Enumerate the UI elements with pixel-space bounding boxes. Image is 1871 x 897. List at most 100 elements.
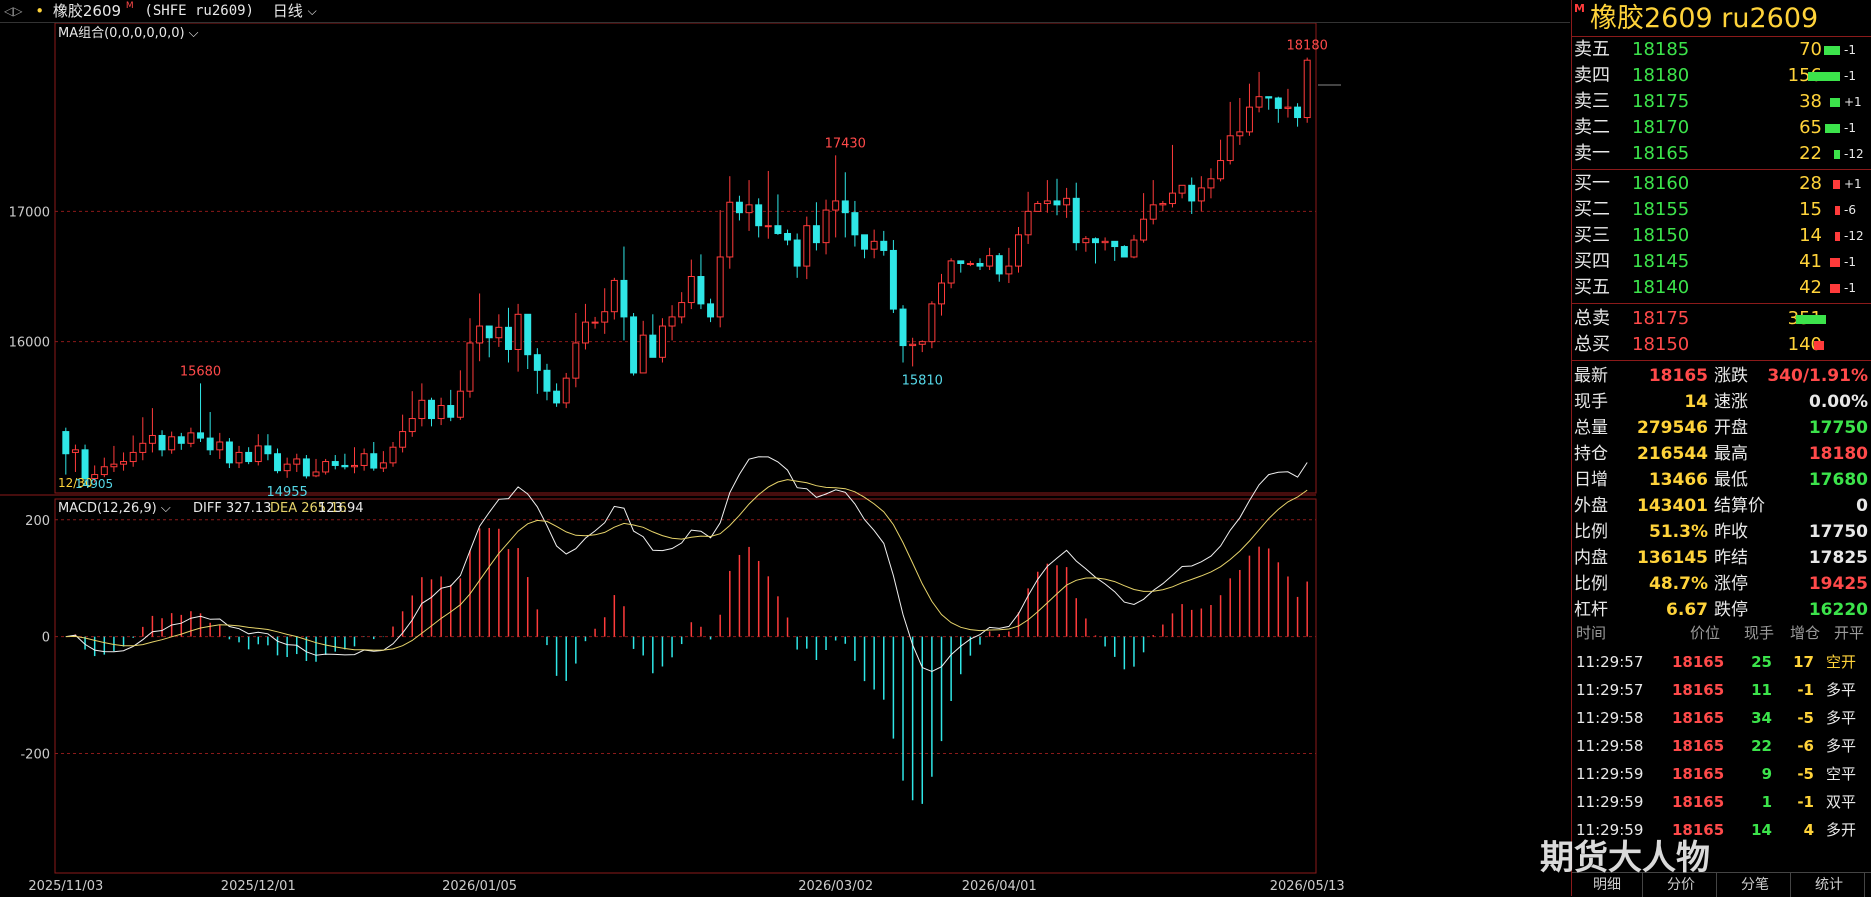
stat-key: 最高: [1714, 444, 1748, 464]
ask-row[interactable]: 卖二 18170 65 -1: [1572, 115, 1871, 141]
exchange-code: (SHFE ru2609): [144, 3, 254, 19]
tick-oi: -5: [1797, 765, 1814, 783]
candle-up: [360, 453, 368, 466]
candle-down: [533, 354, 541, 371]
candle-up: [1082, 238, 1090, 244]
candle-up: [1197, 187, 1205, 202]
book-label: 买二: [1574, 199, 1610, 220]
candle-up: [1034, 203, 1042, 212]
ask-row[interactable]: 卖四 18180 156 -1: [1572, 63, 1871, 89]
candle-down: [524, 313, 532, 356]
bid-row[interactable]: 买四 18145 41 -1: [1572, 249, 1871, 275]
candle-down: [957, 260, 965, 264]
tick-row[interactable]: 11:29:57 18165 11 -1 多平: [1572, 676, 1871, 704]
stat-value: 279546: [1637, 418, 1708, 438]
tick-type: 多开: [1826, 821, 1857, 839]
book-price: 18185: [1632, 39, 1690, 60]
ask-row[interactable]: 卖一 18165 22 -12: [1572, 141, 1871, 167]
period-selector[interactable]: 日线: [273, 0, 303, 22]
tick-volume: 14: [1751, 821, 1772, 839]
tick-volume: 1: [1761, 793, 1772, 811]
price-annotation: 18180: [1287, 39, 1328, 54]
stat-right: 昨结 17825: [1712, 545, 1871, 571]
tick-price: 18165: [1672, 681, 1725, 699]
candle-up: [322, 461, 330, 473]
panel-title: M 橡胶2609 ru2609: [1572, 0, 1871, 37]
book-price: 18160: [1632, 173, 1690, 194]
candle-down: [245, 451, 253, 463]
ask-row[interactable]: 卖五 18185 70 -1: [1572, 37, 1871, 63]
candle-down: [197, 432, 205, 439]
stat-key[interactable]: 结算价: [1714, 493, 1765, 519]
chart-area[interactable]: 17000 16000 18180 17430 15680 14955 15810 12/30…: [0, 23, 1570, 896]
total-row[interactable]: 总买 18150 140: [1572, 332, 1871, 358]
bid-row[interactable]: 买五 18140 42 -1: [1572, 275, 1871, 301]
candle-up: [389, 446, 397, 464]
symbol-name[interactable]: 橡胶2609: [53, 0, 121, 22]
candle-up: [476, 325, 484, 344]
ma-legend: MA组合(0,0,0,0,0,0) ⌵: [58, 26, 199, 41]
tick-row[interactable]: 11:29:58 18165 34 -5 多平: [1572, 704, 1871, 732]
tick-price: 18165: [1672, 765, 1725, 783]
quote-panel: M 橡胶2609 ru2609 卖五 18185 70 -1 卖四 18180 156 -1 卖…: [1571, 0, 1871, 897]
tick-row[interactable]: 11:29:59 18165 9 -5 空平: [1572, 760, 1871, 788]
price-annotation: 17430: [825, 136, 866, 151]
candle-up: [610, 279, 618, 313]
candle-up: [1226, 135, 1234, 162]
watermark-text: 期货大人物: [1540, 838, 1710, 878]
tick-header-type: 开平: [1834, 624, 1865, 642]
stat-key: 开盘: [1714, 418, 1748, 438]
tick-row[interactable]: 11:29:57 18165 25 17 空开: [1572, 648, 1871, 676]
book-volume-bar: [1830, 258, 1840, 267]
stat-key: 总量: [1574, 418, 1608, 438]
candle-up: [591, 321, 599, 324]
tick-oi: -1: [1797, 793, 1814, 811]
book-volume-bar: [1835, 206, 1840, 215]
nav-arrows-icon[interactable]: ◁▷: [4, 0, 22, 22]
stat-value: 13466: [1648, 470, 1708, 490]
candle-up: [966, 262, 974, 265]
tick-volume: 25: [1751, 653, 1772, 671]
tick-type: 双平: [1826, 793, 1857, 811]
candle-down: [543, 369, 551, 392]
candle-up: [938, 282, 945, 305]
candle-up: [1015, 234, 1022, 267]
bid-row[interactable]: 买三 18150 14 -12: [1572, 223, 1871, 249]
book-volume: 65: [1799, 117, 1822, 138]
tick-row[interactable]: 11:29:58 18165 22 -6 多平: [1572, 732, 1871, 760]
candle-up: [1130, 239, 1138, 258]
kline-chart[interactable]: 1700016000181801743015680149551581012/30…: [0, 23, 1570, 896]
candle-up: [687, 276, 695, 304]
bid-row[interactable]: 买一 18160 28 +1: [1572, 171, 1871, 197]
panel-tab[interactable]: 统计: [1794, 873, 1865, 897]
candle-up: [716, 256, 724, 318]
book-volume-bar: [1834, 150, 1840, 159]
book-price: 18145: [1632, 251, 1690, 272]
stat-key: 最低: [1714, 470, 1748, 490]
total-row[interactable]: 总卖18175351: [1572, 306, 1871, 332]
candle-down: [784, 233, 792, 241]
candle-down: [370, 453, 378, 469]
candle-down: [264, 445, 272, 455]
tick-row[interactable]: 11:29:59 18165 1 -1 双平: [1572, 788, 1871, 816]
stat-value: 0.00%: [1809, 392, 1868, 412]
stat-value: 14: [1684, 392, 1708, 412]
tick-type: 空开: [1826, 653, 1857, 671]
book-price: 18150: [1632, 225, 1690, 246]
stat-value: 18165: [1648, 366, 1708, 386]
stat-left: 总量 279546: [1572, 415, 1712, 441]
book-label: 卖五: [1574, 39, 1610, 60]
ask-row[interactable]: 卖三 18175 38 +1: [1572, 89, 1871, 115]
chevron-down-icon[interactable]: ⌵: [308, 0, 317, 22]
candle-down: [225, 441, 233, 464]
panel-tab[interactable]: 分笔: [1720, 873, 1791, 897]
book-change: -1: [1844, 281, 1856, 295]
candle-down: [177, 436, 185, 444]
bid-row[interactable]: 买二 18155 15 -6: [1572, 197, 1871, 223]
candle-up: [1284, 106, 1292, 109]
book-label: 卖一: [1574, 143, 1610, 164]
book-volume: 14: [1799, 225, 1822, 246]
candle-down: [1274, 97, 1282, 109]
book-label: 卖三: [1574, 91, 1610, 112]
candle-up: [581, 321, 589, 344]
